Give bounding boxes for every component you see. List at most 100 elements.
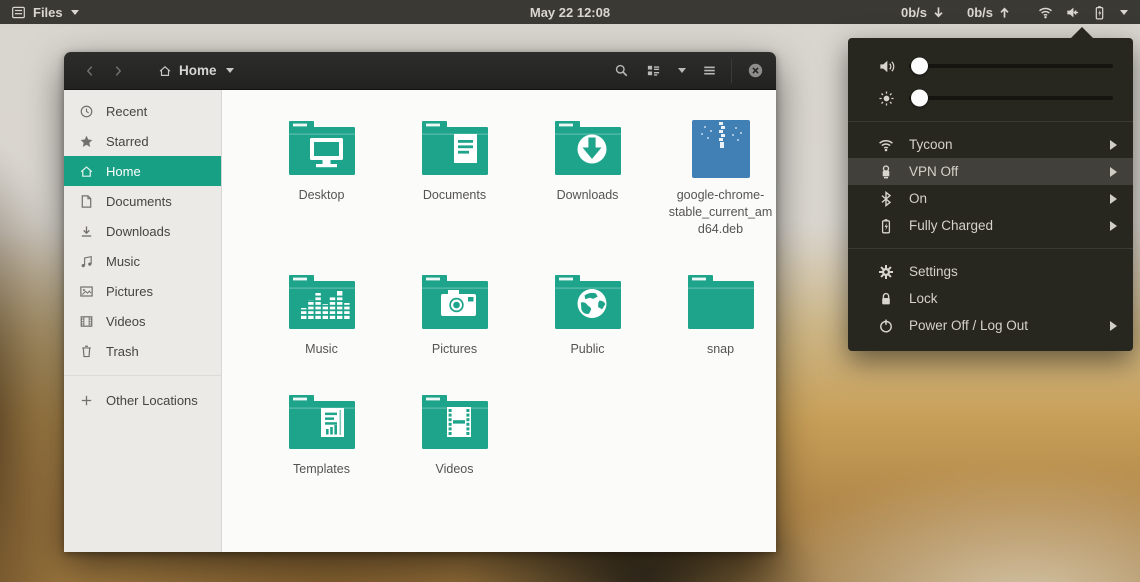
file-label: Downloads — [557, 187, 619, 204]
menu-item-label: Lock — [909, 291, 1117, 306]
sidebar-item-videos[interactable]: Videos — [64, 306, 221, 336]
sidebar-item-starred[interactable]: Starred — [64, 126, 221, 156]
file-label: Pictures — [432, 341, 477, 358]
folder-item-documents[interactable]: Documents — [388, 118, 521, 238]
lock-icon — [878, 291, 894, 307]
volume-slider[interactable] — [909, 64, 1113, 68]
file-browser-content: Desktop Documents Downloads google-chrome-s… — [222, 90, 776, 552]
menu-item-label: On — [909, 191, 1095, 206]
files-app-icon — [10, 4, 27, 21]
power-icon — [878, 318, 894, 334]
arrow-down-icon — [930, 4, 947, 21]
battery-charging-icon — [1091, 4, 1108, 21]
clock-icon — [79, 104, 94, 119]
vpn-icon — [878, 164, 894, 180]
file-label: google-chrome-stable_current_amd64.deb — [666, 187, 776, 238]
submenu-arrow-icon — [1110, 167, 1117, 177]
file-item-deb-package[interactable]: google-chrome-stable_current_amd64.deb — [654, 118, 787, 238]
folder-item-templates[interactable]: Templates — [255, 392, 388, 478]
speaker-icon — [878, 58, 895, 75]
brightness-slider-row — [848, 84, 1133, 112]
location-button[interactable]: Home — [148, 58, 244, 84]
system-menu: Tycoon VPN Off On Fully Charged Settings Lock… — [848, 38, 1133, 351]
app-menu-button[interactable]: Files — [0, 4, 79, 21]
menu-item-lock[interactable]: Lock — [848, 285, 1133, 312]
picture-icon — [79, 284, 94, 299]
sidebar-item-pictures[interactable]: Pictures — [64, 276, 221, 306]
film-icon — [79, 314, 94, 329]
menu-item-settings[interactable]: Settings — [848, 258, 1133, 285]
sidebar-item-label: Pictures — [106, 284, 153, 299]
close-button[interactable] — [740, 58, 770, 84]
search-icon — [614, 63, 629, 78]
sidebar-item-trash[interactable]: Trash — [64, 336, 221, 366]
download-icon — [79, 224, 94, 239]
menu-item-tycoon[interactable]: Tycoon — [848, 131, 1133, 158]
close-icon — [747, 62, 764, 79]
menu-separator — [848, 121, 1133, 122]
sidebar-item-documents[interactable]: Documents — [64, 186, 221, 216]
document-icon — [79, 194, 94, 209]
sidebar-item-home[interactable]: Home — [64, 156, 221, 186]
star-icon — [79, 134, 94, 149]
volume-slider-knob[interactable] — [911, 58, 928, 75]
brightness-slider-knob[interactable] — [911, 90, 928, 107]
app-menu-label: Files — [33, 5, 63, 20]
menu-item-label: VPN Off — [909, 164, 1095, 179]
volume-muted-icon — [1064, 4, 1081, 21]
brightness-slider[interactable] — [909, 96, 1113, 100]
menu-item-on[interactable]: On — [848, 185, 1133, 212]
folder-item-videos[interactable]: Videos — [388, 392, 521, 478]
view-toggle-button[interactable] — [637, 58, 669, 84]
gear-icon — [878, 264, 894, 280]
sidebar-item-recent[interactable]: Recent — [64, 96, 221, 126]
file-label: Public — [570, 341, 604, 358]
caret-down-icon — [1120, 10, 1128, 15]
folder-icon — [419, 272, 491, 332]
sidebar-item-label: Documents — [106, 194, 172, 209]
folder-item-downloads[interactable]: Downloads — [521, 118, 654, 238]
folder-item-music[interactable]: Music — [255, 272, 388, 358]
deb-package-icon — [692, 118, 750, 178]
caret-down-icon — [226, 68, 234, 73]
submenu-arrow-icon — [1110, 321, 1117, 331]
menu-item-label: Tycoon — [909, 137, 1095, 152]
file-label: Templates — [293, 461, 350, 478]
folder-item-pictures[interactable]: Pictures — [388, 272, 521, 358]
headerbar: Home — [64, 52, 776, 90]
files-window: Home RecentStarredHomeDocumentsDownloads… — [64, 52, 776, 552]
menu-item-power-off-log-out[interactable]: Power Off / Log Out — [848, 312, 1133, 339]
folder-item-desktop[interactable]: Desktop — [255, 118, 388, 238]
volume-slider-row — [848, 52, 1133, 80]
sidebar-item-label: Music — [106, 254, 140, 269]
menu-separator — [848, 248, 1133, 249]
folder-item-snap[interactable]: snap — [654, 272, 787, 358]
forward-button[interactable] — [104, 58, 132, 84]
bluetooth-icon — [878, 191, 894, 207]
music-icon — [79, 254, 94, 269]
sidebar: RecentStarredHome Documents Downloads Music… — [64, 90, 222, 552]
file-label: Desktop — [299, 187, 345, 204]
back-button[interactable] — [76, 58, 104, 84]
file-label: Music — [305, 341, 338, 358]
wifi-icon — [878, 137, 894, 153]
folder-item-public[interactable]: Public — [521, 272, 654, 358]
menu-item-label: Power Off / Log Out — [909, 318, 1095, 333]
folder-icon — [552, 118, 624, 178]
file-label: Documents — [423, 187, 486, 204]
folder-icon — [286, 118, 358, 178]
sidebar-item-other-locations[interactable]: Other Locations — [64, 385, 221, 415]
plus-icon — [79, 393, 94, 408]
sidebar-item-downloads[interactable]: Downloads — [64, 216, 221, 246]
aggregate-menu-button[interactable] — [1033, 4, 1132, 21]
folder-icon — [286, 272, 358, 332]
submenu-arrow-icon — [1110, 221, 1117, 231]
sun-icon — [878, 90, 895, 107]
view-options-button[interactable] — [669, 58, 693, 84]
sidebar-item-music[interactable]: Music — [64, 246, 221, 276]
sidebar-separator — [64, 375, 221, 376]
menu-item-vpn-off[interactable]: VPN Off — [848, 158, 1133, 185]
menu-item-fully-charged[interactable]: Fully Charged — [848, 212, 1133, 239]
window-menu-button[interactable] — [693, 58, 725, 84]
search-button[interactable] — [605, 58, 637, 84]
